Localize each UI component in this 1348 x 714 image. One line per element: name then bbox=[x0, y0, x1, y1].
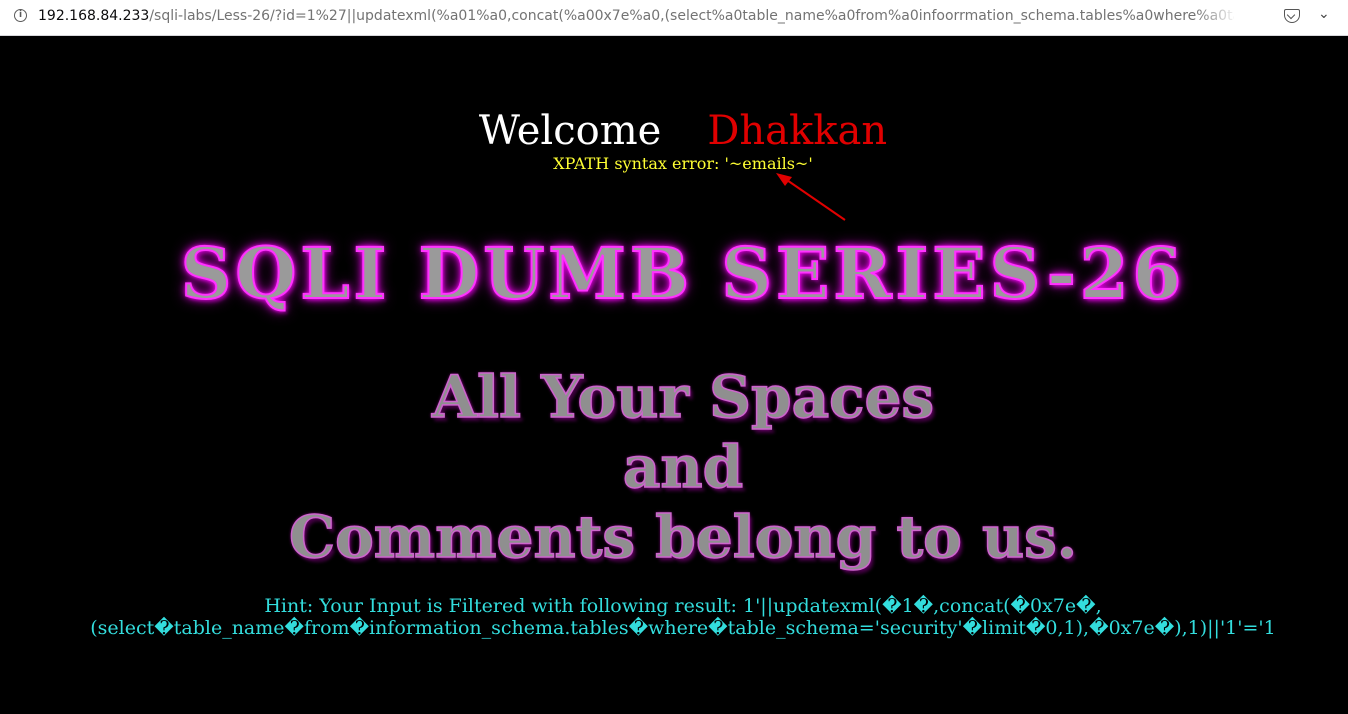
tagline-line-1: All Your Spaces bbox=[431, 362, 935, 432]
hint-line-1: Hint: Your Input is Filtered with follow… bbox=[264, 595, 1102, 617]
tagline-line-2: and bbox=[622, 432, 744, 502]
tagline-line-3: Comments belong to us. bbox=[288, 502, 1078, 572]
hint-text: Hint: Your Input is Filtered with follow… bbox=[0, 595, 1348, 639]
tagline: All Your Spaces and Comments belong to u… bbox=[0, 362, 1348, 572]
hint-line-2: (select�table_name�from�information_sche… bbox=[90, 617, 1276, 639]
series-title: SQLI DUMB SERIES-26 bbox=[180, 231, 1186, 316]
